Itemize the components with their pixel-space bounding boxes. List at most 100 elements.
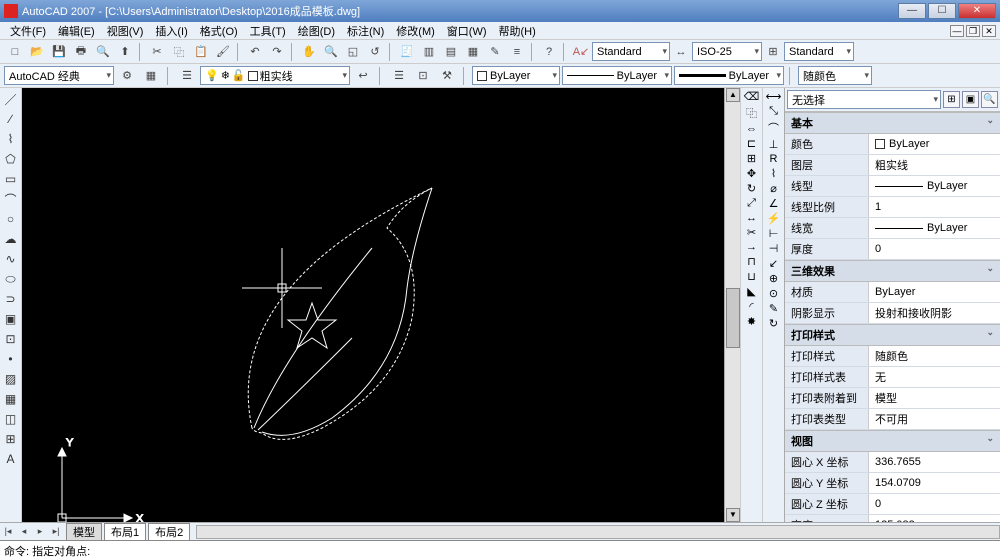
horizontal-scrollbar[interactable]	[196, 525, 1000, 539]
color-combo[interactable]: ByLayer	[472, 66, 560, 85]
prop-shadow-value[interactable]: 投射和接收阴影	[869, 303, 1000, 323]
menu-help[interactable]: 帮助(H)	[493, 23, 542, 39]
block-insert-tool[interactable]: ▣	[2, 310, 20, 328]
prop-plotstyle-value[interactable]: 随颜色	[869, 346, 1000, 366]
tab-next-button[interactable]: ▸	[32, 526, 48, 537]
dim-radius-tool[interactable]: R	[770, 153, 778, 165]
polyline-tool[interactable]: ⌇	[2, 130, 20, 148]
tool-palettes-button[interactable]: ▤	[441, 42, 461, 62]
mtext-tool[interactable]: A	[2, 450, 20, 468]
menu-dimension[interactable]: 标注(N)	[341, 23, 390, 39]
plotstyle-combo[interactable]: 随颜色	[798, 66, 872, 85]
line-tool[interactable]: ／	[2, 90, 20, 108]
layer-match-button[interactable]: ⊡	[413, 66, 433, 86]
scroll-up-arrow[interactable]: ▲	[726, 88, 740, 102]
dim-style-combo[interactable]: ISO-25	[692, 42, 762, 61]
mdi-restore-button[interactable]: ❐	[966, 25, 980, 37]
break-tool[interactable]: ⊓	[747, 255, 756, 268]
command-line[interactable]: 命令: 指定对角点:	[0, 540, 1000, 560]
xline-tool[interactable]: ∕	[2, 110, 20, 128]
menu-view[interactable]: 视图(V)	[101, 23, 150, 39]
section-basic-header[interactable]: 基本⌄	[785, 112, 1000, 134]
layer-properties-button[interactable]: ☰	[177, 66, 197, 86]
revcloud-tool[interactable]: ☁	[2, 230, 20, 248]
layer-states-button[interactable]: ☰	[389, 66, 409, 86]
polygon-tool[interactable]: ⬠	[2, 150, 20, 168]
ellipse-tool[interactable]: ⬭	[2, 270, 20, 288]
ellipse-arc-tool[interactable]: ⊃	[2, 290, 20, 308]
table-style-icon[interactable]: ⊞	[763, 42, 783, 62]
menu-draw[interactable]: 绘图(D)	[292, 23, 341, 39]
stretch-tool[interactable]: ↔	[746, 212, 757, 224]
arc-tool[interactable]: ⌒	[2, 190, 20, 208]
new-button[interactable]: □	[5, 42, 25, 62]
section-view-header[interactable]: 视图⌄	[785, 430, 1000, 452]
dim-angular-tool[interactable]: ∠	[769, 197, 779, 210]
dim-leader-tool[interactable]: ↙	[769, 257, 778, 270]
text-style-combo[interactable]: Standard	[592, 42, 670, 61]
rectangle-tool[interactable]: ▭	[2, 170, 20, 188]
block-make-tool[interactable]: ⊡	[2, 330, 20, 348]
prop-centerz-value[interactable]: 0	[869, 494, 1000, 514]
tab-first-button[interactable]: |◂	[0, 526, 16, 537]
zoom-realtime-button[interactable]: 🔍	[321, 42, 341, 62]
match-props-button[interactable]: 🖌	[213, 42, 233, 62]
menu-modify[interactable]: 修改(M)	[390, 23, 441, 39]
redo-button[interactable]: ↷	[267, 42, 287, 62]
fillet-tool[interactable]: ◜	[749, 300, 753, 313]
array-tool[interactable]: ⊞	[747, 152, 756, 165]
zoom-window-button[interactable]: ◱	[343, 42, 363, 62]
section-3d-header[interactable]: 三维效果⌄	[785, 260, 1000, 282]
dim-tolerance-tool[interactable]: ⊕	[769, 272, 778, 285]
tab-layout1[interactable]: 布局1	[104, 523, 146, 540]
dim-arc-tool[interactable]: ⌒	[768, 120, 779, 136]
toggle-pim-button[interactable]: ⊞	[943, 91, 960, 108]
tab-layout2[interactable]: 布局2	[148, 523, 190, 540]
spline-tool[interactable]: ∿	[2, 250, 20, 268]
help-button[interactable]: ?	[539, 42, 559, 62]
workspace-combo[interactable]: AutoCAD 经典	[4, 66, 114, 85]
gradient-tool[interactable]: ▦	[2, 390, 20, 408]
join-tool[interactable]: ⊔	[747, 270, 756, 283]
table-tool[interactable]: ⊞	[2, 430, 20, 448]
close-button[interactable]: ✕	[958, 3, 996, 19]
design-center-button[interactable]: ▥	[419, 42, 439, 62]
print-button[interactable]: 🖶	[71, 42, 91, 62]
dim-baseline-tool[interactable]: ⊢	[769, 227, 779, 240]
select-objects-button[interactable]: ▣	[962, 91, 979, 108]
tab-prev-button[interactable]: ◂	[16, 526, 32, 537]
rotate-tool[interactable]: ↻	[747, 182, 756, 195]
dim-linear-tool[interactable]: ⟷	[766, 90, 782, 103]
dim-continue-tool[interactable]: ⊣	[769, 242, 779, 255]
lineweight-combo[interactable]: ByLayer	[674, 66, 784, 85]
open-button[interactable]: 📂	[27, 42, 47, 62]
extend-tool[interactable]: →	[746, 241, 757, 253]
mdi-close-button[interactable]: ✕	[982, 25, 996, 37]
region-tool[interactable]: ◫	[2, 410, 20, 428]
point-tool[interactable]: •	[2, 350, 20, 368]
chamfer-tool[interactable]: ◣	[747, 285, 755, 298]
layer-combo[interactable]: 💡 ❄ 🔓 粗实线	[200, 66, 350, 85]
prop-plottype-value[interactable]: 不可用	[869, 409, 1000, 429]
properties-button[interactable]: 🧾	[397, 42, 417, 62]
scroll-down-arrow[interactable]: ▼	[726, 508, 740, 522]
dim-ordinate-tool[interactable]: ⊥	[769, 138, 779, 151]
dim-jogged-tool[interactable]: ⌇	[771, 167, 776, 180]
dim-update-tool[interactable]: ↻	[769, 317, 778, 330]
prop-plottable-value[interactable]: 无	[869, 367, 1000, 387]
menu-insert[interactable]: 插入(I)	[149, 23, 193, 39]
markup-button[interactable]: ✎	[485, 42, 505, 62]
maximize-button[interactable]: ☐	[928, 3, 956, 19]
scale-tool[interactable]: ⤢	[747, 197, 756, 210]
mirror-tool[interactable]: ⇔	[746, 123, 757, 135]
copy-button[interactable]: ⿻	[169, 42, 189, 62]
explode-tool[interactable]: ✸	[747, 315, 756, 328]
vertical-scrollbar[interactable]: ▲ ▼	[724, 88, 740, 522]
dim-style-icon[interactable]: ↔	[671, 42, 691, 62]
prop-ltscale-value[interactable]: 1	[869, 197, 1000, 217]
menu-file[interactable]: 文件(F)	[4, 23, 52, 39]
layer-prev-button[interactable]: ↩	[353, 66, 373, 86]
undo-button[interactable]: ↶	[245, 42, 265, 62]
tab-model[interactable]: 模型	[66, 523, 102, 540]
menu-tools[interactable]: 工具(T)	[244, 23, 292, 39]
